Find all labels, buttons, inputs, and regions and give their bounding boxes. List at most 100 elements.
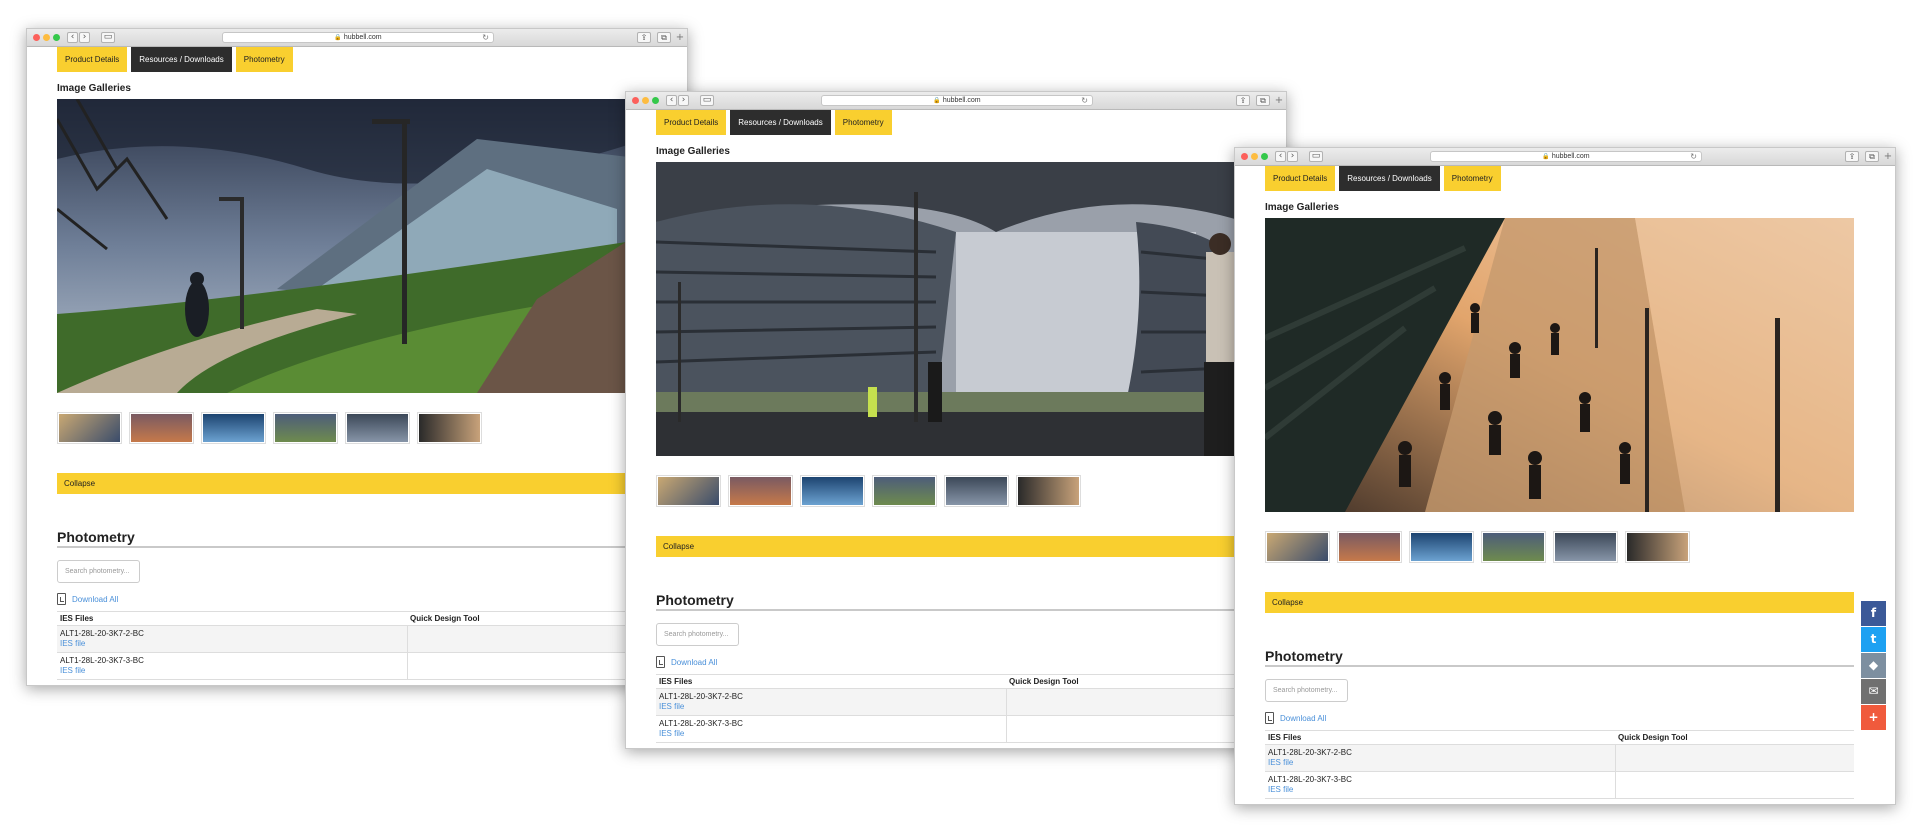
photometry-search-input[interactable]: Search photometry... [656, 623, 739, 646]
thumbnail[interactable] [273, 412, 338, 444]
gallery-hero-image[interactable] [57, 99, 646, 393]
thumbnail[interactable] [872, 475, 937, 507]
tab-product-details[interactable]: Product Details [656, 110, 727, 135]
minimize-icon[interactable] [642, 97, 649, 104]
download-all-link[interactable]: Download All [57, 593, 118, 605]
thumbnail[interactable] [1625, 531, 1690, 563]
gallery-hero-image[interactable] [656, 162, 1245, 456]
photometry-search-input[interactable]: Search photometry... [57, 560, 140, 583]
thumbnail[interactable] [1481, 531, 1546, 563]
tab-photometry[interactable]: Photometry [834, 110, 892, 135]
back-icon[interactable]: ‹ [67, 32, 78, 43]
zoom-icon[interactable] [652, 97, 659, 104]
tabs-overview-icon[interactable]: ⧉ [1256, 95, 1270, 106]
twitter-icon[interactable]: t [1861, 627, 1886, 652]
share-icon[interactable]: ⇪ [1845, 151, 1859, 162]
photometry-title: Photometry [1265, 648, 1343, 664]
table-row: ALT1-28L-20-3K7-3-BC IES file [57, 652, 646, 680]
share-icon[interactable]: ⇪ [637, 32, 651, 43]
zoom-icon[interactable] [1261, 153, 1268, 160]
thumbnail[interactable] [57, 412, 122, 444]
thumbnail[interactable] [1265, 531, 1330, 563]
file-icon [57, 593, 66, 605]
back-icon[interactable]: ‹ [1275, 151, 1286, 162]
thumbnail[interactable] [728, 475, 793, 507]
sidebar-icon[interactable]: ▭ [1309, 151, 1323, 162]
ies-file-link[interactable]: IES file [659, 702, 1003, 711]
quick-design-cell [406, 625, 646, 653]
ies-files-table: IES Files Quick Design Tool ALT1-28L-20-3… [57, 611, 646, 680]
download-all-link[interactable]: Download All [656, 656, 717, 668]
address-bar[interactable]: 🔒 hubbell.com ↻ [1430, 151, 1702, 162]
new-tab-button[interactable]: + [675, 32, 685, 43]
facebook-icon[interactable]: f [1861, 601, 1886, 626]
download-all-link[interactable]: Download All [1265, 712, 1326, 724]
forward-icon[interactable]: › [1287, 151, 1298, 162]
tabs-overview-icon[interactable]: ⧉ [657, 32, 671, 43]
thumbnail[interactable] [1553, 531, 1618, 563]
close-icon[interactable] [1241, 153, 1248, 160]
photometry-search-input[interactable]: Search photometry... [1265, 679, 1348, 702]
forward-icon[interactable]: › [79, 32, 90, 43]
url-text: hubbell.com [942, 97, 981, 104]
more-share-icon[interactable]: + [1861, 705, 1886, 730]
gallery-title: Image Galleries [656, 146, 730, 157]
thumbnail[interactable] [944, 475, 1009, 507]
share-icon[interactable]: ⇪ [1236, 95, 1250, 106]
thumbnail[interactable] [1409, 531, 1474, 563]
back-icon[interactable]: ‹ [666, 95, 677, 106]
ies-file-link[interactable]: IES file [1268, 785, 1612, 794]
tab-resources-downloads[interactable]: Resources / Downloads [131, 47, 232, 72]
sidebar-icon[interactable]: ▭ [101, 32, 115, 43]
tabs-overview-icon[interactable]: ⧉ [1865, 151, 1879, 162]
thumbnail[interactable] [1337, 531, 1402, 563]
tab-resources-downloads[interactable]: Resources / Downloads [1339, 166, 1440, 191]
ies-file-link[interactable]: IES file [1268, 758, 1612, 767]
thumbnail[interactable] [345, 412, 410, 444]
tab-product-details[interactable]: Product Details [1265, 166, 1336, 191]
new-tab-button[interactable]: + [1274, 95, 1284, 106]
sidebar-icon[interactable]: ▭ [700, 95, 714, 106]
thumbnail[interactable] [1016, 475, 1081, 507]
ies-file-link[interactable]: IES file [60, 666, 404, 675]
browser-toolbar: ‹ › ▭ 🔒 hubbell.com ↻ ⇪ ⧉ + [27, 29, 687, 47]
close-icon[interactable] [33, 34, 40, 41]
forward-icon[interactable]: › [678, 95, 689, 106]
tab-photometry[interactable]: Photometry [1443, 166, 1501, 191]
gallery-hero-image[interactable] [1265, 218, 1854, 512]
gallery-thumbnails [57, 412, 482, 444]
thumbnail[interactable] [800, 475, 865, 507]
tab-product-details[interactable]: Product Details [57, 47, 128, 72]
minimize-icon[interactable] [43, 34, 50, 41]
page-content: Product Details Resources / Downloads Ph… [1265, 166, 1895, 804]
minimize-icon[interactable] [1251, 153, 1258, 160]
share-icon[interactable]: ◆ [1861, 653, 1886, 678]
gallery-title: Image Galleries [1265, 202, 1339, 213]
zoom-icon[interactable] [53, 34, 60, 41]
thumbnail[interactable] [417, 412, 482, 444]
reload-icon[interactable]: ↻ [1690, 152, 1697, 162]
reload-icon[interactable]: ↻ [482, 33, 489, 43]
email-icon[interactable]: ✉ [1861, 679, 1886, 704]
thumbnail[interactable] [201, 412, 266, 444]
thumbnail[interactable] [129, 412, 194, 444]
ies-file-link[interactable]: IES file [60, 639, 404, 648]
close-icon[interactable] [632, 97, 639, 104]
ies-files-table: IES Files Quick Design Tool ALT1-28L-20-3… [656, 674, 1245, 743]
tab-resources-downloads[interactable]: Resources / Downloads [730, 110, 831, 135]
new-tab-button[interactable]: + [1883, 151, 1893, 162]
collapse-button[interactable]: Collapse [57, 473, 646, 494]
ies-name: ALT1-28L-20-3K7-2-BC [659, 692, 743, 701]
photometry-title: Photometry [656, 592, 734, 608]
tab-photometry[interactable]: Photometry [235, 47, 293, 72]
section-divider [1265, 665, 1854, 667]
ies-file-link[interactable]: IES file [659, 729, 1003, 738]
ies-name: ALT1-28L-20-3K7-3-BC [1268, 775, 1352, 784]
collapse-button[interactable]: Collapse [1265, 592, 1854, 613]
thumbnail[interactable] [656, 475, 721, 507]
reload-icon[interactable]: ↻ [1081, 96, 1088, 106]
address-bar[interactable]: 🔒 hubbell.com ↻ [222, 32, 494, 43]
page-content: Product Details Resources / Downloads Ph… [656, 110, 1286, 748]
collapse-button[interactable]: Collapse [656, 536, 1245, 557]
address-bar[interactable]: 🔒 hubbell.com ↻ [821, 95, 1093, 106]
